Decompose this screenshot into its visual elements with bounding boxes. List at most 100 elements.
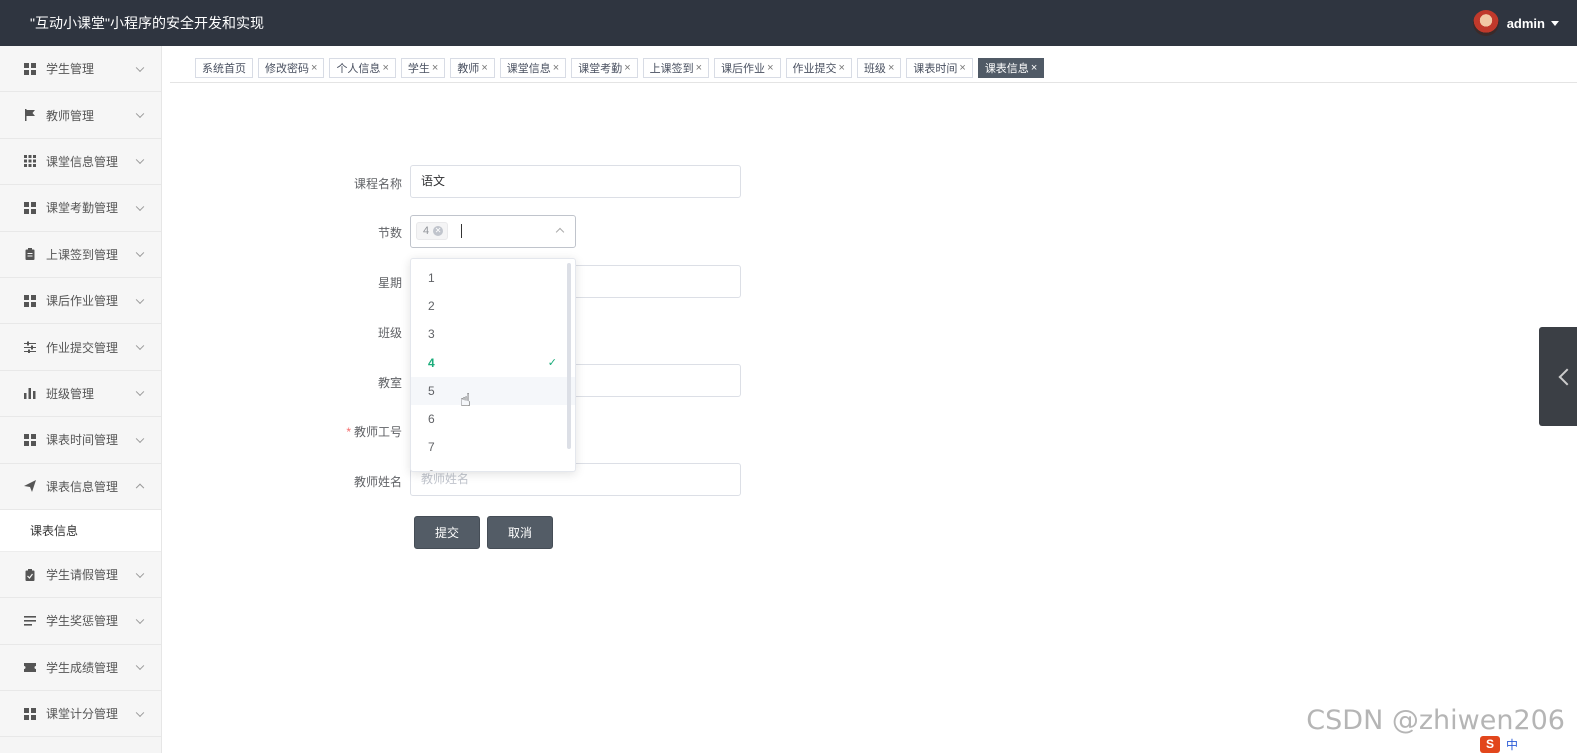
- close-icon[interactable]: ×: [767, 62, 773, 74]
- dropdown-scrollbar[interactable]: [567, 263, 571, 449]
- course-name-input[interactable]: 语文: [410, 165, 741, 198]
- tab[interactable]: 课表时间 ×: [906, 58, 973, 78]
- dropdown-option[interactable]: 7: [411, 433, 575, 461]
- chevron-down-icon: [135, 202, 145, 211]
- sidebar-item-label: 学生请假管理: [46, 568, 119, 583]
- tab-divider: [170, 82, 1577, 83]
- sidebar-item[interactable]: 班级管理: [0, 370, 161, 418]
- sidebar-item[interactable]: 学生管理: [0, 46, 161, 93]
- tab[interactable]: 课后作业 ×: [714, 58, 781, 78]
- chevron-left-icon: [1558, 368, 1576, 386]
- clipboard-check-icon: [23, 568, 37, 582]
- submenu-item[interactable]: 课表信息: [0, 509, 161, 552]
- ime-logo: S: [1480, 736, 1500, 753]
- flag-icon: [23, 108, 37, 122]
- classroom-label: 教室: [377, 376, 402, 390]
- chevron-down-icon: [135, 434, 145, 443]
- tab[interactable]: 班级 ×: [856, 58, 902, 78]
- sidebar-item[interactable]: 课表时间管理: [0, 417, 161, 464]
- tab[interactable]: 课表信息 ×: [977, 58, 1045, 78]
- dropdown-option[interactable]: 8: [411, 461, 575, 471]
- chevron-down-icon: [135, 615, 145, 625]
- text-cursor: [461, 224, 462, 238]
- send-icon: [23, 479, 37, 493]
- sidebar-item[interactable]: 作业提交管理: [0, 324, 161, 371]
- username[interactable]: admin: [1507, 16, 1545, 31]
- tab[interactable]: 教师 ×: [450, 58, 495, 78]
- teacher-id-label-text: 教师工号: [353, 425, 402, 439]
- dropdown-option[interactable]: 3: [411, 320, 575, 348]
- dropdown-option[interactable]: 2: [411, 292, 575, 320]
- app-title: "互动小课堂"小程序的安全开发和实现: [30, 15, 264, 31]
- sidebar-item[interactable]: 教师管理: [0, 92, 161, 139]
- tab[interactable]: 上课签到 ×: [642, 58, 710, 78]
- bar-chart-icon: [23, 386, 37, 400]
- caret-down-icon[interactable]: [1551, 20, 1559, 26]
- hand-cursor-icon: ☝: [460, 390, 471, 410]
- sidebar-item[interactable]: 上课签到管理: [0, 231, 161, 278]
- dropdown-option-label: 7: [428, 440, 435, 455]
- close-icon[interactable]: ×: [553, 62, 559, 74]
- tab-label: 作业提交: [792, 63, 837, 75]
- chevron-down-icon: [135, 248, 145, 258]
- tab-label: 班级: [863, 63, 886, 75]
- tab[interactable]: 课堂考勤 ×: [571, 58, 638, 78]
- sidebar-item-label: 学生成绩管理: [46, 660, 119, 675]
- submit-button[interactable]: 提交: [414, 516, 480, 549]
- dropdown-option[interactable]: 4 ✓: [411, 349, 575, 377]
- close-icon[interactable]: ×: [1031, 62, 1037, 74]
- tab[interactable]: 学生 ×: [400, 58, 446, 78]
- weekday-label: 星期: [377, 276, 402, 290]
- sidebar-item[interactable]: 学生奖惩管理: [0, 598, 161, 645]
- side-panel-toggle[interactable]: [1539, 327, 1577, 426]
- sidebar-item[interactable]: 课堂计分管理: [0, 691, 161, 738]
- dropdown-option[interactable]: 5: [411, 376, 575, 405]
- sidebar-item-label: 上课签到管理: [46, 247, 119, 262]
- tab[interactable]: 课堂信息 ×: [499, 58, 567, 78]
- close-icon[interactable]: ×: [432, 62, 438, 74]
- required-mark: *: [346, 425, 351, 439]
- grid-icon: [23, 707, 37, 721]
- sidebar-item-label: 课堂信息管理: [46, 154, 119, 169]
- avatar[interactable]: [1472, 10, 1499, 36]
- ime-toolbar[interactable]: S 中: [1480, 736, 1577, 753]
- cancel-button[interactable]: 取消: [487, 516, 553, 549]
- sidebar-item[interactable]: 学生成绩管理: [0, 644, 161, 692]
- tab-label: 修改密码: [265, 63, 309, 75]
- tag-close-icon[interactable]: ✕: [433, 226, 444, 236]
- close-icon[interactable]: ×: [696, 62, 702, 74]
- close-icon[interactable]: ×: [311, 62, 317, 74]
- top-header: "互动小课堂"小程序的安全开发和实现 admin: [0, 0, 1577, 46]
- close-icon[interactable]: ×: [959, 62, 965, 74]
- sidebar-item[interactable]: 课表信息管理: [0, 463, 161, 510]
- close-icon[interactable]: ×: [888, 62, 894, 74]
- close-icon[interactable]: ×: [382, 62, 388, 74]
- close-icon[interactable]: ×: [624, 62, 630, 74]
- tab-label: 课堂考勤: [578, 63, 623, 75]
- tab-label: 课表时间: [913, 63, 958, 75]
- user-menu[interactable]: admin: [1472, 0, 1559, 46]
- sidebar-item[interactable]: 课堂信息管理: [0, 138, 161, 186]
- close-icon[interactable]: ×: [839, 62, 845, 74]
- sidebar-item[interactable]: 学生请假管理: [0, 551, 161, 599]
- ticket-icon: [23, 660, 37, 674]
- tab-label: 系统首页: [202, 63, 246, 75]
- tab[interactable]: 系统首页: [195, 58, 253, 78]
- dropdown-option[interactable]: 1: [411, 264, 575, 292]
- tab-label: 课表信息: [984, 63, 1029, 75]
- tab[interactable]: 作业提交 ×: [785, 58, 852, 78]
- tab[interactable]: 修改密码 ×: [258, 58, 325, 78]
- section-tag-label: 4: [423, 225, 430, 237]
- ime-lang[interactable]: 中: [1506, 736, 1518, 753]
- sidebar-item[interactable]: 课后作业管理: [0, 277, 161, 325]
- sidebar-item[interactable]: 课堂考勤管理: [0, 185, 161, 232]
- tab[interactable]: 个人信息 ×: [329, 58, 396, 78]
- chevron-down-icon: [135, 341, 145, 351]
- close-icon[interactable]: ×: [481, 62, 487, 74]
- chevron-down-icon: [135, 569, 145, 578]
- dropdown-option-label: 8: [428, 468, 435, 471]
- dropdown-option[interactable]: 6: [411, 405, 575, 433]
- sidebar-item-label: 班级管理: [46, 386, 95, 401]
- sidebar-item-label: 课表信息管理: [46, 479, 119, 494]
- check-icon: ✓: [547, 356, 557, 369]
